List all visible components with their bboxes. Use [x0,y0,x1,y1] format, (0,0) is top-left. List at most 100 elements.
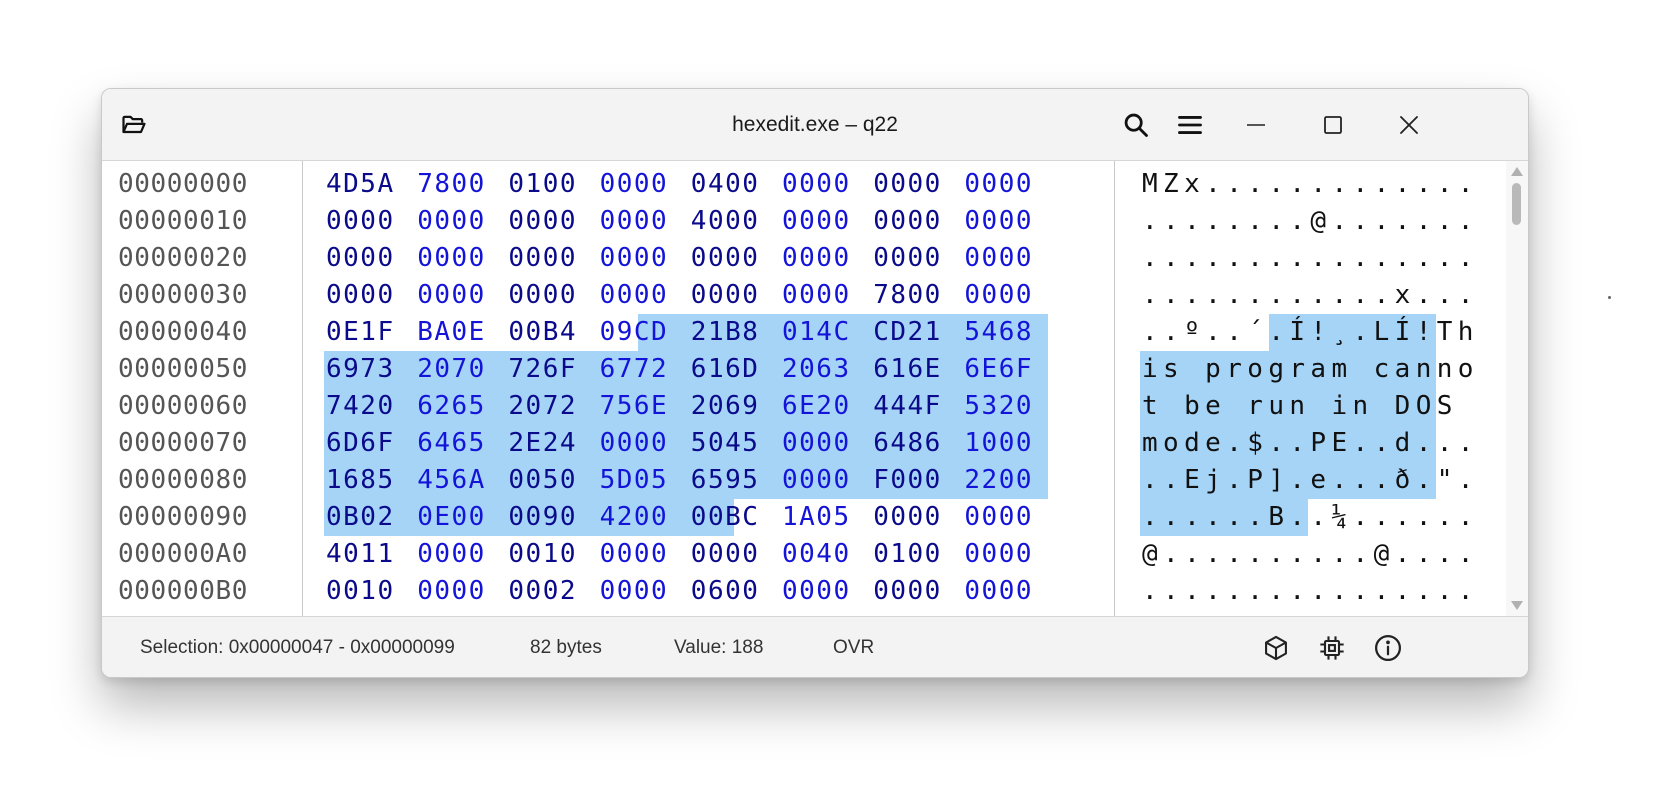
hex-word[interactable]: 0E00 [417,499,497,536]
hex-word[interactable]: 444F [873,388,953,425]
hex-word[interactable]: 1685 [326,462,406,499]
hex-word[interactable]: 2072 [508,388,588,425]
processor-button[interactable] [1313,629,1351,667]
hex-word[interactable]: 0000 [600,573,680,610]
hex-word[interactable]: 0000 [782,462,862,499]
hex-word[interactable]: 0002 [508,573,588,610]
hex-word[interactable]: 2070 [417,351,497,388]
hex-word[interactable]: 0000 [600,425,680,462]
hex-word[interactable]: 0010 [508,536,588,573]
close-button[interactable] [1385,101,1433,149]
hex-word[interactable]: 6465 [417,425,497,462]
hex-word[interactable]: 2E24 [508,425,588,462]
hex-word[interactable]: 0400 [691,166,771,203]
hex-word[interactable]: 6486 [873,425,953,462]
package-button[interactable] [1257,629,1295,667]
hex-word[interactable]: 5D05 [600,462,680,499]
hex-word[interactable]: 0000 [964,166,1044,203]
hex-column[interactable]: 4D5A 7800 0100 0000 0400 0000 0000 0000 0000 0000… [326,166,1096,616]
hex-word[interactable]: 0000 [964,573,1044,610]
vertical-scrollbar[interactable] [1506,161,1528,616]
hex-word[interactable]: 0600 [691,573,771,610]
hex-word[interactable]: BA0E [417,314,497,351]
hex-word[interactable]: 0000 [508,277,588,314]
hex-word[interactable]: 0090 [508,499,588,536]
hex-word[interactable]: 0000 [691,277,771,314]
edit-mode-status[interactable]: OVR [833,617,874,677]
hex-word[interactable]: 0000 [964,536,1044,573]
hex-word[interactable]: 616E [873,351,953,388]
hex-word[interactable]: 7800 [873,277,953,314]
hex-word[interactable]: 5468 [964,314,1044,351]
hex-word[interactable]: 0000 [600,166,680,203]
hex-word[interactable]: 0000 [326,277,406,314]
hex-word[interactable]: 0000 [964,277,1044,314]
open-file-button[interactable] [110,101,158,149]
hex-word[interactable]: 0000 [417,203,497,240]
hex-word[interactable]: 6D6F [326,425,406,462]
hex-word[interactable]: 6973 [326,351,406,388]
hex-word[interactable]: 6E20 [782,388,862,425]
hex-word[interactable]: 00BC [691,499,771,536]
hex-word[interactable]: 0000 [873,499,953,536]
hex-word[interactable]: 0040 [782,536,862,573]
hex-word[interactable]: 0000 [417,240,497,277]
hex-word[interactable]: 0B02 [326,499,406,536]
minimize-button[interactable] [1232,101,1280,149]
hex-word[interactable]: 456A [417,462,497,499]
hex-word[interactable]: 00B4 [508,314,588,351]
hex-word[interactable]: 0000 [964,240,1044,277]
hex-word[interactable]: 0000 [782,573,862,610]
hex-word[interactable]: 09CD [600,314,680,351]
hex-word[interactable]: 756E [600,388,680,425]
hex-word[interactable]: 0000 [782,166,862,203]
hex-word[interactable]: 0000 [782,277,862,314]
hex-word[interactable]: 0000 [508,240,588,277]
hex-word[interactable]: 1A05 [782,499,862,536]
scrollbar-thumb[interactable] [1512,183,1521,225]
hex-word[interactable]: 0000 [782,203,862,240]
hex-word[interactable]: 0050 [508,462,588,499]
hex-word[interactable]: 2200 [964,462,1044,499]
hex-word[interactable]: 4011 [326,536,406,573]
hex-word[interactable]: 7420 [326,388,406,425]
hex-word[interactable]: 0000 [600,277,680,314]
hex-word[interactable]: 6595 [691,462,771,499]
hex-word[interactable]: 0100 [873,536,953,573]
search-button[interactable] [1112,101,1160,149]
hex-word[interactable]: 0000 [326,203,406,240]
hex-word[interactable]: 4000 [691,203,771,240]
hex-word[interactable]: 6265 [417,388,497,425]
scroll-down-arrow-icon[interactable] [1511,601,1523,610]
hex-word[interactable]: 726F [508,351,588,388]
hex-word[interactable]: 0000 [417,277,497,314]
hex-word[interactable]: 0010 [326,573,406,610]
hex-word[interactable]: 4200 [600,499,680,536]
menu-button[interactable] [1166,101,1214,149]
maximize-button[interactable] [1309,101,1357,149]
hex-word[interactable]: 0000 [691,536,771,573]
hex-word[interactable]: 1000 [964,425,1044,462]
hex-word[interactable]: 0000 [600,203,680,240]
hex-word[interactable]: 0100 [508,166,588,203]
hex-word[interactable]: 014C [782,314,862,351]
hex-word[interactable]: 0E1F [326,314,406,351]
hex-word[interactable]: F000 [873,462,953,499]
hex-word[interactable]: 6772 [600,351,680,388]
hex-word[interactable]: 21B8 [691,314,771,351]
hex-word[interactable]: 0000 [600,240,680,277]
hex-word[interactable]: 0000 [964,203,1044,240]
hex-word[interactable]: 2069 [691,388,771,425]
hex-word[interactable]: 0000 [873,166,953,203]
hex-word[interactable]: 616D [691,351,771,388]
hex-word[interactable]: 0000 [417,536,497,573]
hex-word[interactable]: 5320 [964,388,1044,425]
hex-word[interactable]: 6E6F [964,351,1044,388]
hex-word[interactable]: CD21 [873,314,953,351]
hex-word[interactable]: 2063 [782,351,862,388]
hex-word[interactable]: 0000 [782,425,862,462]
hex-word[interactable]: 0000 [326,240,406,277]
hex-word[interactable]: 0000 [417,573,497,610]
ascii-column[interactable]: MZx............. ........@...............… [1142,166,1473,616]
hex-word[interactable]: 0000 [873,203,953,240]
